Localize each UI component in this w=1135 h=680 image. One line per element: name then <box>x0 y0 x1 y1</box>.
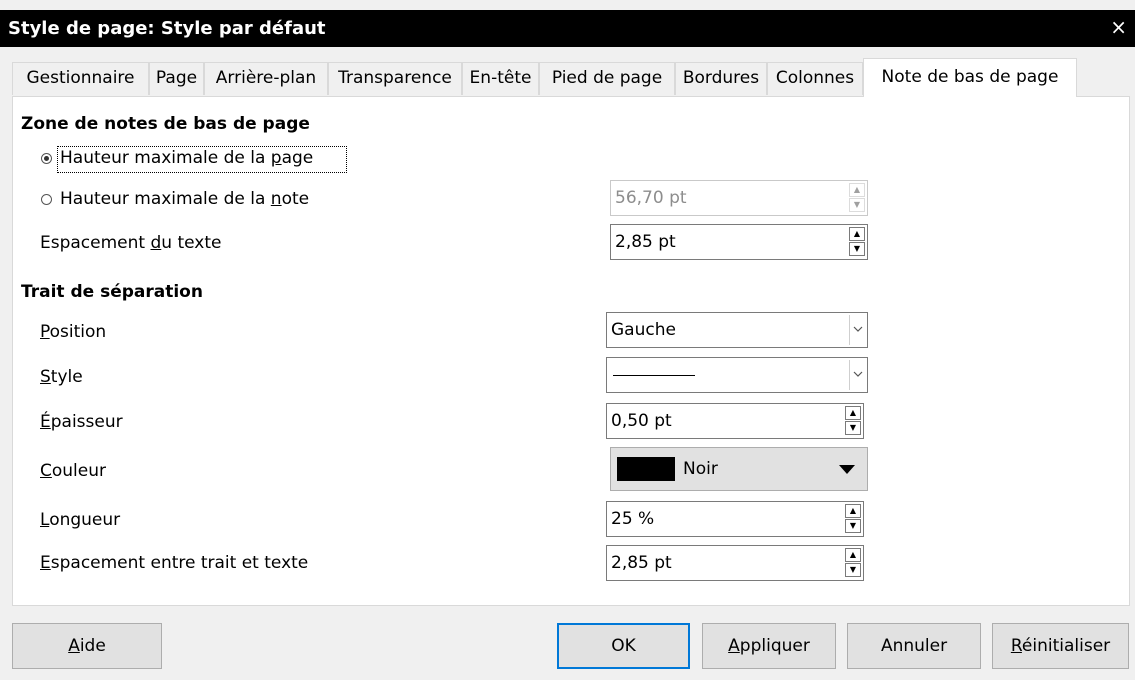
spin-down-icon[interactable]: ▼ <box>845 563 861 577</box>
help-button[interactable]: Aide <box>12 623 162 669</box>
close-icon[interactable]: × <box>1110 15 1127 39</box>
line-style-preview <box>613 375 695 376</box>
ok-button[interactable]: OK <box>557 623 690 669</box>
max-note-height-spinner[interactable]: 56,70 pt ▲ ▼ <box>610 180 868 216</box>
tab-page[interactable]: Page <box>149 62 204 95</box>
spin-down-icon[interactable]: ▼ <box>845 519 861 533</box>
thickness-spinner[interactable]: 0,50 pt ▲ ▼ <box>606 403 864 439</box>
spin-up-icon[interactable]: ▲ <box>849 183 865 197</box>
chevron-down-icon[interactable] <box>849 360 865 390</box>
spin-up-icon[interactable]: ▲ <box>845 406 861 420</box>
thickness-value: 0,50 pt <box>611 411 672 431</box>
chevron-down-icon[interactable] <box>849 315 865 345</box>
spin-up-icon[interactable]: ▲ <box>845 504 861 518</box>
spin-down-icon[interactable]: ▼ <box>849 242 865 256</box>
max-page-height-label[interactable]: Hauteur maximale de la page <box>60 148 313 168</box>
length-value: 25 % <box>611 509 655 529</box>
tab-bordures[interactable]: Bordures <box>675 62 767 95</box>
tab-panel: Zone de notes de bas de page Hauteur max… <box>12 96 1130 606</box>
position-value: Gauche <box>611 320 676 340</box>
text-spacing-label: Espacement du texte <box>40 233 222 253</box>
title-bar: Style de page: Style par défaut × <box>0 10 1135 47</box>
tab-transparence[interactable]: Transparence <box>328 62 462 95</box>
text-spacing-value: 2,85 pt <box>615 232 676 252</box>
max-note-height-label[interactable]: Hauteur maximale de la note <box>60 189 309 209</box>
spin-up-icon[interactable]: ▲ <box>849 227 865 241</box>
reset-button[interactable]: Réinitialiser <box>992 623 1129 669</box>
position-dropdown[interactable]: Gauche <box>606 312 868 348</box>
footnote-area-heading: Zone de notes de bas de page <box>21 114 310 134</box>
color-picker-button[interactable]: Noir <box>610 447 868 491</box>
color-swatch <box>617 457 675 481</box>
length-label: Longueur <box>40 510 121 530</box>
color-name: Noir <box>683 459 718 479</box>
separator-line-heading: Trait de séparation <box>21 282 203 302</box>
thickness-label: Épaisseur <box>40 412 123 432</box>
tab-pied-de-page[interactable]: Pied de page <box>539 62 675 95</box>
spin-down-icon[interactable]: ▼ <box>849 198 865 212</box>
tab-en-tete[interactable]: En-tête <box>462 62 539 95</box>
spin-up-icon[interactable]: ▲ <box>845 548 861 562</box>
max-note-height-radio[interactable] <box>41 194 52 205</box>
max-note-height-value: 56,70 pt <box>615 188 687 208</box>
tab-colonnes[interactable]: Colonnes <box>767 62 863 95</box>
tab-note-de-bas-de-page[interactable]: Note de bas de page <box>863 58 1077 97</box>
style-dropdown[interactable] <box>606 357 868 393</box>
spin-down-icon[interactable]: ▼ <box>845 421 861 435</box>
tab-gestionnaire[interactable]: Gestionnaire <box>12 62 149 95</box>
line-spacing-value: 2,85 pt <box>611 553 672 573</box>
max-page-height-radio[interactable] <box>41 153 52 164</box>
length-spinner[interactable]: 25 % ▲ ▼ <box>606 501 864 537</box>
cancel-button[interactable]: Annuler <box>847 623 981 669</box>
dropdown-arrow-icon <box>839 465 855 474</box>
apply-button[interactable]: Appliquer <box>702 623 836 669</box>
style-label: Style <box>40 367 83 387</box>
color-label: Couleur <box>40 461 106 481</box>
line-spacing-label: Espacement entre trait et texte <box>40 553 309 573</box>
tab-arriere-plan[interactable]: Arrière-plan <box>204 62 328 95</box>
position-label: Position <box>40 322 107 342</box>
window-title: Style de page: Style par défaut <box>8 18 326 39</box>
line-spacing-spinner[interactable]: 2,85 pt ▲ ▼ <box>606 545 864 581</box>
text-spacing-spinner[interactable]: 2,85 pt ▲ ▼ <box>610 224 868 260</box>
